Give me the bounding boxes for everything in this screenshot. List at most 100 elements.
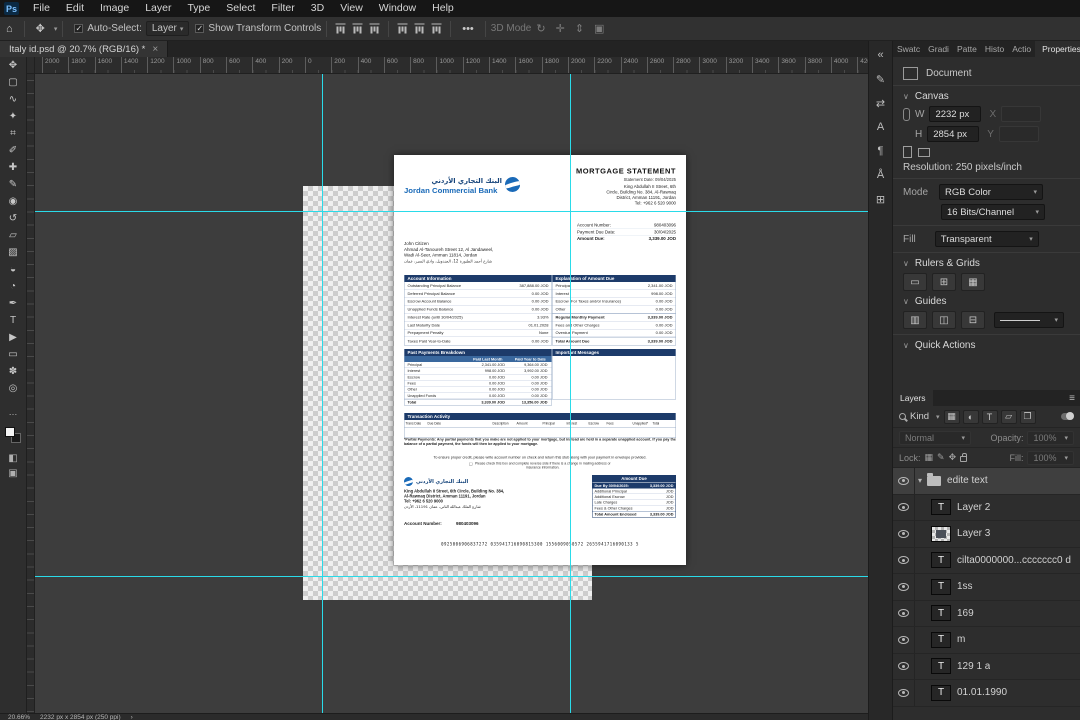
visibility-toggle[interactable] [893, 574, 915, 600]
collapse-panels-icon[interactable]: « [877, 43, 883, 67]
layer-row[interactable]: ▾ cilta0000000...ccccccc0 d [893, 547, 1080, 574]
fill-field[interactable]: 100% ▾ [1027, 450, 1074, 465]
lock-all-icon[interactable] [960, 453, 968, 462]
layer-row[interactable]: ▾ edite text [893, 468, 1080, 495]
visibility-toggle[interactable] [893, 521, 915, 547]
filter-pixel-layers-icon[interactable]: ▦ [943, 409, 960, 424]
marquee-tool[interactable]: ▢ [0, 74, 27, 91]
brush-tool[interactable]: ✎ [0, 176, 27, 193]
kind-filter-select[interactable]: Kind [910, 411, 929, 422]
menu-item[interactable]: 3D [303, 0, 332, 17]
filter-type-layers-icon[interactable]: T [981, 409, 998, 424]
quick-actions-section-header[interactable]: Quick Actions [903, 340, 1070, 351]
panel-tab[interactable]: Histo [981, 41, 1008, 57]
layer-row[interactable]: ▾ 1ss [893, 574, 1080, 601]
pan-3d-icon[interactable]: ✛ [551, 22, 570, 35]
menu-item[interactable]: Type [179, 0, 218, 17]
canvas-area[interactable]: MORTGAGE STATEMENT Statement Date: 09/04… [35, 74, 868, 713]
more-options-icon[interactable]: ••• [456, 23, 480, 35]
eraser-tool[interactable]: ▱ [0, 227, 27, 244]
menu-item[interactable]: View [332, 0, 371, 17]
align-middle-icon[interactable] [414, 23, 425, 34]
panel-tab[interactable]: Actio [1008, 41, 1035, 57]
tab-properties[interactable]: Properties [1035, 41, 1080, 57]
clear-guides-icon[interactable]: ⊟ [961, 311, 985, 329]
panel-tab[interactable]: Patte [953, 41, 981, 57]
layer-row[interactable]: ▾ Layer 3 [893, 521, 1080, 548]
filter-toggle[interactable] [1061, 412, 1074, 420]
eyedropper-tool[interactable]: ✐ [0, 142, 27, 159]
portrait-orientation-icon[interactable] [903, 146, 912, 158]
dodge-tool[interactable]: ◔ [0, 278, 27, 295]
clone-source-panel-icon[interactable]: ⇄ [876, 91, 885, 115]
guides-toggle-icon[interactable]: ▥ [903, 311, 927, 329]
align-center-icon[interactable] [352, 23, 363, 34]
move-tool[interactable]: ✥ [0, 57, 27, 74]
canvas-height-field[interactable]: 2854 px [927, 126, 980, 142]
filter-smart-objects-icon[interactable]: ❐ [1019, 409, 1036, 424]
lock-position-icon[interactable]: ✥ [949, 452, 957, 463]
foreground-color-swatch[interactable] [5, 427, 15, 437]
crop-tool[interactable]: ⌗ [0, 125, 27, 142]
guide-style-select[interactable]: ▾ [994, 312, 1064, 328]
layer-row[interactable]: ▾ 129 1 a [893, 653, 1080, 680]
menu-item[interactable]: Window [371, 0, 424, 17]
type-tool[interactable]: T [0, 312, 27, 329]
frame-3d-icon[interactable]: ▣ [589, 22, 609, 35]
canvas-fill-select[interactable]: Transparent ▾ [934, 231, 1039, 247]
brushes-panel-icon[interactable]: ✎ [876, 67, 885, 91]
dolly-3d-icon[interactable]: ⇕ [570, 22, 589, 35]
lock-guides-icon[interactable]: ◫ [932, 311, 956, 329]
lock-pixels-icon[interactable]: ✎ [937, 452, 945, 463]
glyphs-panel-icon[interactable]: Å [877, 163, 884, 187]
quick-mask-icon[interactable]: ◧ [8, 451, 17, 466]
align-top-icon[interactable] [397, 23, 408, 34]
menu-item[interactable]: File [25, 0, 58, 17]
vertical-guide[interactable] [570, 74, 571, 713]
edit-toolbar-icon[interactable]: … [9, 407, 18, 417]
panel-tab[interactable]: Swatc [893, 41, 924, 57]
panel-tab[interactable]: Gradi [924, 41, 953, 57]
orbit-3d-icon[interactable]: ↻ [531, 22, 550, 35]
character-panel-icon[interactable]: A [877, 115, 884, 139]
visibility-toggle[interactable] [893, 600, 915, 626]
horizontal-ruler[interactable]: 2000 1800 1600 1400 1200 1000 800 600 400 200 0 200… [35, 57, 868, 74]
blend-mode-select[interactable]: Normal ▾ [899, 430, 971, 445]
color-swatches[interactable] [5, 427, 21, 443]
menu-item[interactable]: Select [218, 0, 263, 17]
shape-tool[interactable]: ▭ [0, 346, 27, 363]
home-icon[interactable]: ⌂ [0, 23, 19, 35]
show-transform-checkbox[interactable]: ✓ [195, 24, 205, 33]
canvas-width-field[interactable]: 2232 px [929, 106, 982, 122]
visibility-toggle[interactable] [893, 627, 915, 653]
lasso-tool[interactable]: ∿ [0, 91, 27, 108]
opacity-field[interactable]: 100% ▾ [1027, 430, 1074, 445]
align-bottom-icon[interactable] [431, 23, 442, 34]
pen-tool[interactable]: ✒ [0, 295, 27, 312]
canvas-section-header[interactable]: Canvas [903, 91, 1070, 102]
auto-select-checkbox[interactable]: ✓ [74, 24, 84, 33]
lock-transparency-icon[interactable]: ▦ [925, 452, 934, 463]
paragraph-panel-icon[interactable]: ¶ [878, 139, 884, 163]
panel-menu-icon[interactable]: ≡ [1064, 393, 1080, 404]
bit-depth-select[interactable]: 16 Bits/Channel ▾ [941, 204, 1045, 220]
hand-tool[interactable]: ✽ [0, 363, 27, 380]
healing-brush-tool[interactable]: ✚ [0, 159, 27, 176]
menu-item[interactable]: Edit [58, 0, 92, 17]
visibility-toggle[interactable] [893, 494, 915, 520]
zoom-tool[interactable]: ◎ [0, 380, 27, 397]
link-dimensions-icon[interactable] [903, 107, 910, 121]
group-chevron-icon[interactable]: ▾ [918, 476, 922, 485]
align-left-icon[interactable] [335, 23, 346, 34]
menu-item[interactable]: Image [92, 0, 137, 17]
tab-layers[interactable]: Layers [893, 390, 933, 406]
visibility-toggle[interactable] [893, 468, 915, 494]
history-brush-tool[interactable]: ↺ [0, 210, 27, 227]
menu-item[interactable]: Filter [263, 0, 302, 17]
rulers-toggle-icon[interactable]: ▭ [903, 273, 927, 291]
quick-selection-tool[interactable]: ✦ [0, 108, 27, 125]
auto-select-target-select[interactable]: Layer ▾ [145, 21, 190, 36]
clone-stamp-tool[interactable]: ◉ [0, 193, 27, 210]
move-tool-preset-icon[interactable]: ✥ [30, 22, 51, 35]
vertical-ruler[interactable] [27, 74, 35, 713]
